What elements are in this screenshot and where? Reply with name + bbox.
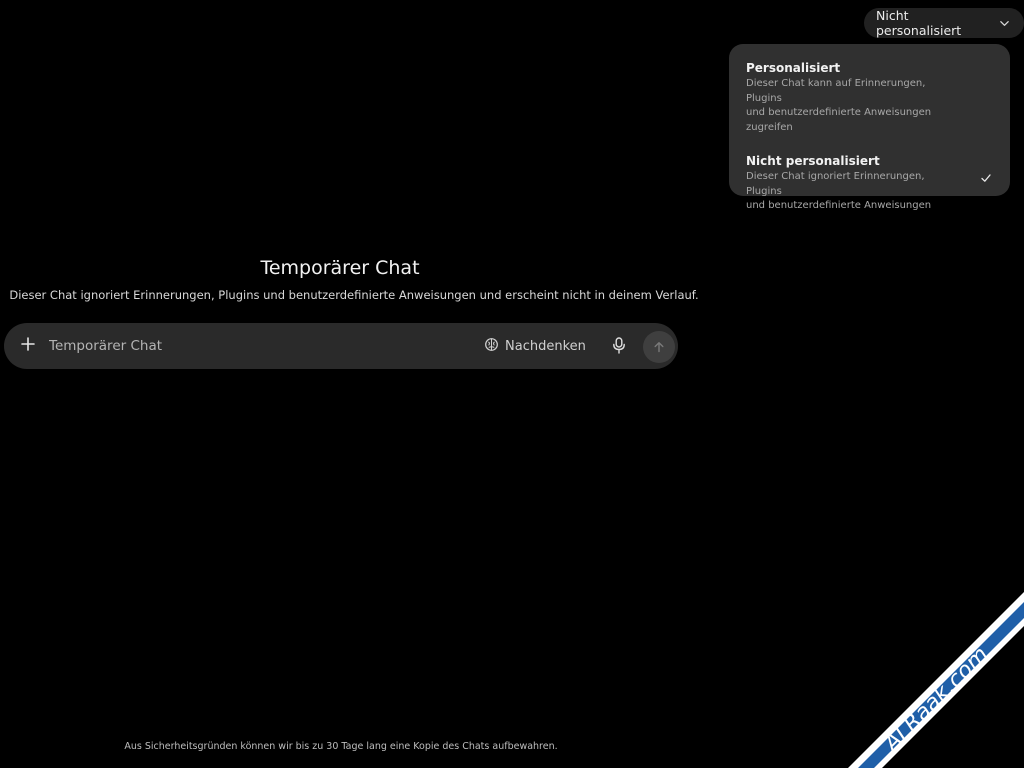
- add-attachment-button[interactable]: [16, 334, 40, 358]
- personalization-menu: Personalisiert Dieser Chat kann auf Erin…: [729, 44, 1010, 211]
- watermark-band: [858, 602, 1024, 768]
- option-description-line: zugreifen: [746, 121, 793, 133]
- mode-button-label: Nicht personalisiert: [876, 8, 962, 38]
- app-root: Nicht personalisiert Personalisiert Dies…: [0, 0, 1024, 768]
- option-description-line: und benutzerdefinierte Anweisungen: [746, 107, 932, 118]
- send-button[interactable]: [643, 331, 675, 363]
- watermark-text: ALRaak.com: [878, 642, 993, 757]
- option-description-line: Dieser Chat kann auf Erinnerungen, Plugi…: [746, 78, 926, 104]
- voice-input-button[interactable]: [608, 336, 630, 358]
- menu-option-personalized[interactable]: Personalisiert Dieser Chat kann auf Erin…: [729, 54, 1010, 141]
- option-description-line: Dieser Chat ignoriert Erinnerungen, Plug…: [746, 171, 925, 197]
- menu-option-not-personalized[interactable]: Nicht personalisiert Dieser Chat ignorie…: [729, 147, 1010, 220]
- arrow-up-icon: [653, 338, 665, 357]
- checkmark-icon: [980, 169, 992, 182]
- chevron-down-icon: [999, 17, 1010, 29]
- option-title: Nicht personalisiert: [746, 154, 880, 168]
- retention-notice: Aus Sicherheitsgründen können wir bis zu…: [124, 741, 558, 752]
- personalization-mode-button[interactable]: Nicht personalisiert: [864, 8, 1024, 38]
- option-title: Personalisiert: [746, 61, 841, 75]
- think-button-label: Nachdenken: [505, 338, 586, 354]
- option-description-line: und benutzerdefinierte Anweisungen: [746, 200, 932, 211]
- page-title: Temporärer Chat: [260, 257, 420, 279]
- option-description: Dieser Chat kann auf Erinnerungen, Plugi…: [746, 77, 950, 135]
- brain-icon: [484, 337, 499, 356]
- page-subtitle: Dieser Chat ignoriert Erinnerungen, Plug…: [9, 288, 699, 302]
- plus-icon: [20, 336, 36, 356]
- option-description: Dieser Chat ignoriert Erinnerungen, Plug…: [746, 170, 950, 214]
- chat-input[interactable]: [49, 335, 469, 357]
- microphone-icon: [612, 336, 626, 358]
- think-button[interactable]: Nachdenken: [484, 335, 586, 357]
- chat-composer: Nachdenken: [4, 323, 678, 369]
